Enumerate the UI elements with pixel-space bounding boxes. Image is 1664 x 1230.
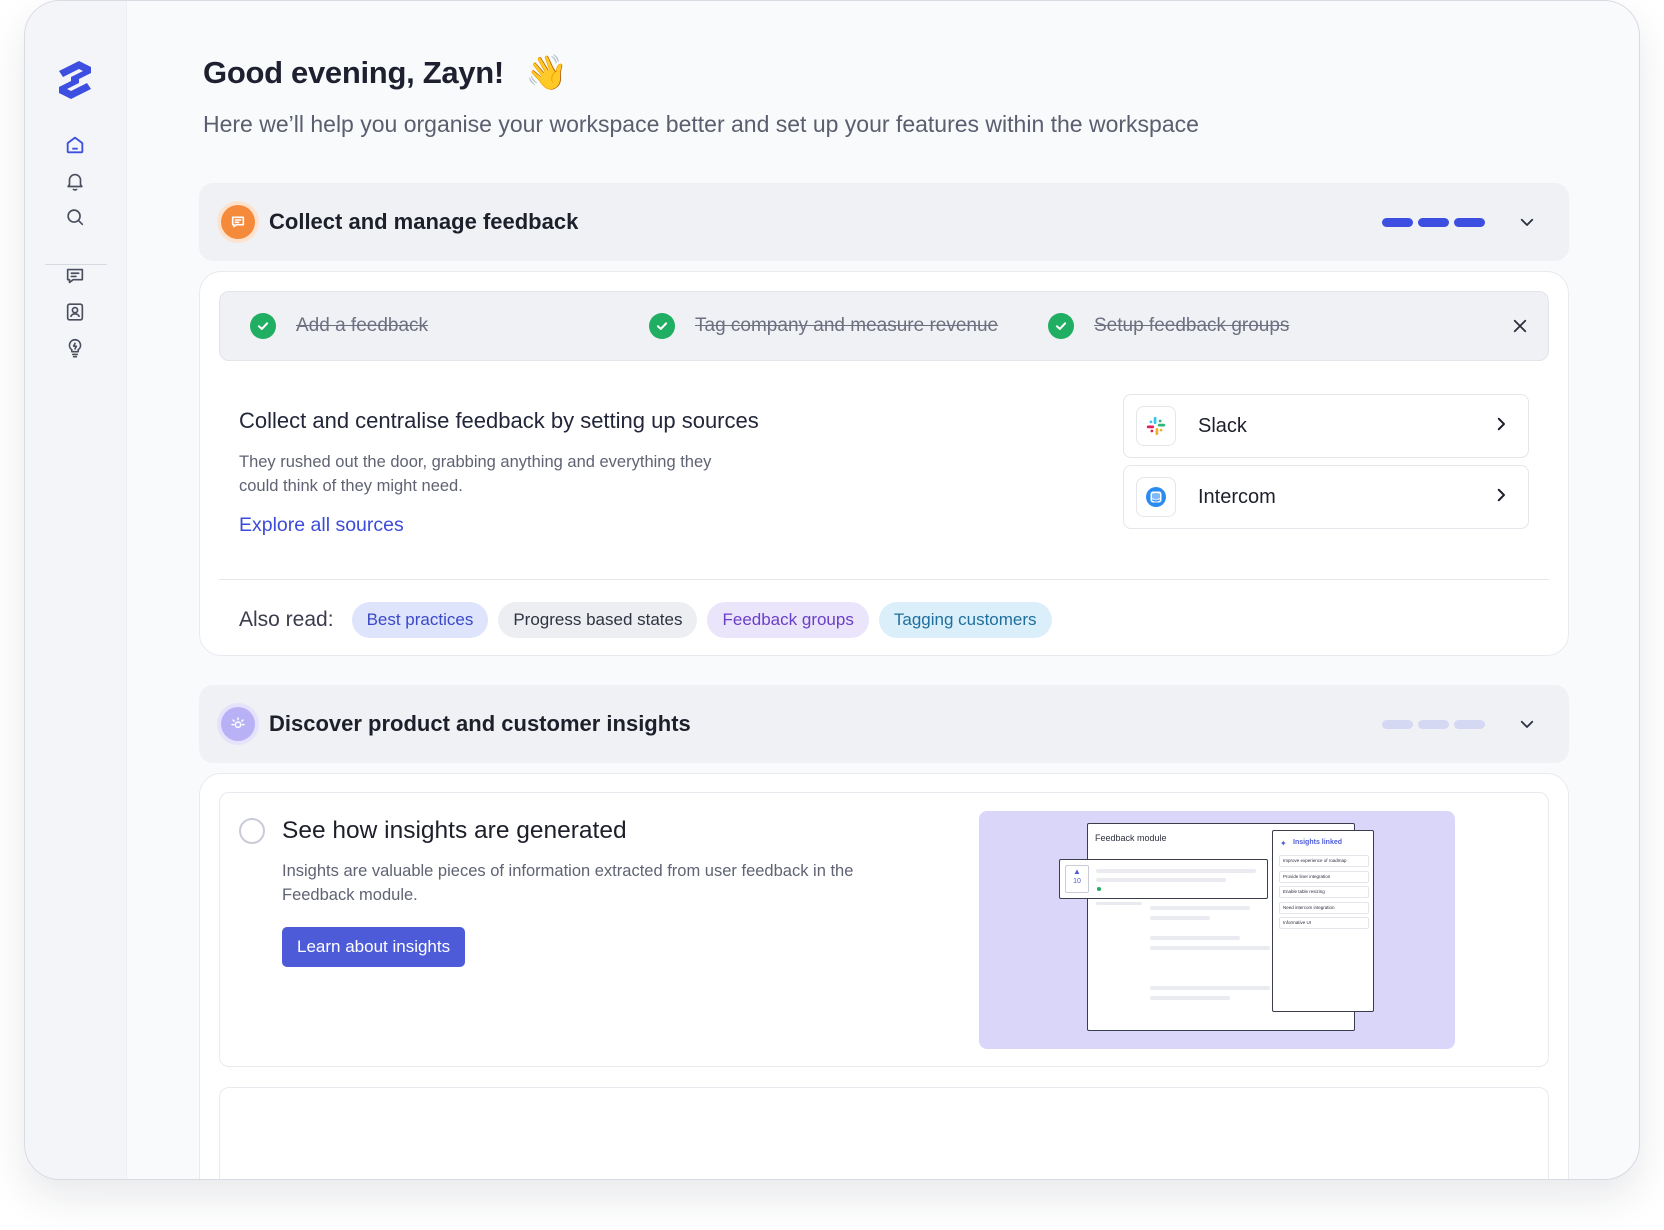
- chevron-down-icon[interactable]: [1515, 210, 1539, 234]
- check-circle-icon: [250, 313, 276, 339]
- step-setup-groups[interactable]: Setup feedback groups: [1048, 292, 1289, 360]
- insights-illustration: Feedback module ▲ 10 ✦ Insights linked I…: [979, 811, 1455, 1049]
- home-icon[interactable]: [63, 133, 87, 157]
- insights-section-title: Discover product and customer insights: [269, 711, 691, 736]
- chip-best-practices[interactable]: Best practices: [351, 602, 489, 638]
- sources-title: Collect and centralise feedback by setti…: [239, 408, 759, 433]
- insights-item: See how insights are generated Insights …: [219, 792, 1549, 1067]
- step-add-feedback[interactable]: Add a feedback: [250, 292, 428, 360]
- source-name: Intercom: [1198, 485, 1276, 508]
- insights-section-icon: [221, 707, 255, 741]
- steps-checklist: Add a feedback Tag company and measure r…: [219, 291, 1549, 361]
- page-subtitle: Here we’ll help you organise your worksp…: [203, 111, 1199, 137]
- progress-segment: [1382, 217, 1413, 227]
- source-slack-button[interactable]: Slack: [1123, 394, 1529, 458]
- sidebar: [25, 1, 127, 1179]
- chevron-right-icon: [1492, 486, 1510, 509]
- progress-segment: [1454, 719, 1485, 729]
- progress-segment: [1418, 719, 1449, 729]
- sparkle-icon: ✦: [1280, 839, 1287, 848]
- vote-card-mock: ▲ 10: [1059, 859, 1268, 899]
- source-intercom-button[interactable]: Intercom: [1123, 465, 1529, 529]
- chip-feedback-groups[interactable]: Feedback groups: [707, 602, 869, 638]
- complete-radio[interactable]: [239, 818, 265, 844]
- source-name: Slack: [1198, 414, 1247, 437]
- chevron-down-icon[interactable]: [1515, 712, 1539, 736]
- logo-icon[interactable]: [55, 59, 95, 101]
- vote-count: 10: [1073, 878, 1081, 885]
- chip-progress-states[interactable]: Progress based states: [498, 602, 698, 638]
- progress-segment: [1418, 217, 1449, 227]
- card-divider: [219, 579, 1549, 580]
- panel-row: Provide liner integration: [1279, 871, 1369, 883]
- check-circle-icon: [649, 313, 675, 339]
- check-circle-icon: [1048, 313, 1074, 339]
- slack-icon: [1136, 406, 1176, 446]
- panel-row: Need intercom integration: [1279, 902, 1369, 914]
- contacts-icon[interactable]: [63, 300, 87, 324]
- panel-row: Informative UI: [1279, 917, 1369, 929]
- chevron-right-icon: [1492, 415, 1510, 438]
- insights-section-card: See how insights are generated Insights …: [199, 773, 1569, 1179]
- insights-item-description: Insights are valuable pieces of informat…: [282, 862, 854, 904]
- chip-tagging-customers[interactable]: Tagging customers: [878, 602, 1052, 638]
- learn-insights-button[interactable]: Learn about insights: [282, 927, 466, 967]
- feedback-section-header[interactable]: Collect and manage feedback: [199, 183, 1569, 261]
- also-read-row: Also read: Best practices Progress based…: [239, 602, 1052, 638]
- upvote-box: ▲ 10: [1065, 865, 1089, 893]
- step-label: Setup feedback groups: [1094, 315, 1290, 336]
- panel-title: Insights linked: [1293, 839, 1343, 846]
- mock-title: Feedback module: [1095, 833, 1167, 843]
- close-icon[interactable]: [1508, 314, 1532, 338]
- step-tag-company[interactable]: Tag company and measure revenue: [649, 292, 998, 360]
- feedback-progress: [1382, 217, 1485, 227]
- progress-segment: [1382, 719, 1413, 729]
- insights-bulb-icon[interactable]: [63, 336, 87, 360]
- wave-emoji: 👋: [525, 54, 568, 92]
- step-label: Add a feedback: [296, 315, 429, 336]
- panel-row: Enable table resizing: [1279, 886, 1369, 898]
- explore-sources-link[interactable]: Explore all sources: [239, 514, 404, 537]
- feedback-icon[interactable]: [63, 264, 87, 288]
- bell-icon[interactable]: [63, 169, 87, 193]
- progress-segment: [1454, 217, 1485, 227]
- insights-section-header[interactable]: Discover product and customer insights: [199, 685, 1569, 763]
- feedback-section-card: Add a feedback Tag company and measure r…: [199, 271, 1569, 656]
- step-label: Tag company and measure revenue: [695, 315, 999, 336]
- search-icon[interactable]: [63, 205, 87, 229]
- app-window: Good evening, Zayn! 👋 Here we’ll help yo…: [24, 0, 1640, 1180]
- main-content: Good evening, Zayn! 👋 Here we’ll help yo…: [127, 1, 1639, 1179]
- panel-row: Improve experience of roadmap: [1279, 855, 1369, 867]
- intercom-icon: [1136, 477, 1176, 517]
- also-read-label: Also read:: [239, 608, 334, 631]
- insights-progress: [1382, 719, 1485, 729]
- next-insights-item: [219, 1087, 1549, 1179]
- insights-linked-panel-mock: ✦ Insights linked Improve experience of …: [1272, 830, 1374, 1012]
- greeting-text: Good evening, Zayn!: [203, 55, 504, 90]
- page-title: Good evening, Zayn! 👋: [203, 53, 568, 93]
- insights-item-title: See how insights are generated: [282, 817, 627, 844]
- feedback-section-icon: [221, 205, 255, 239]
- sources-description: They rushed out the door, grabbing anyth…: [239, 453, 712, 495]
- feedback-section-title: Collect and manage feedback: [269, 209, 579, 234]
